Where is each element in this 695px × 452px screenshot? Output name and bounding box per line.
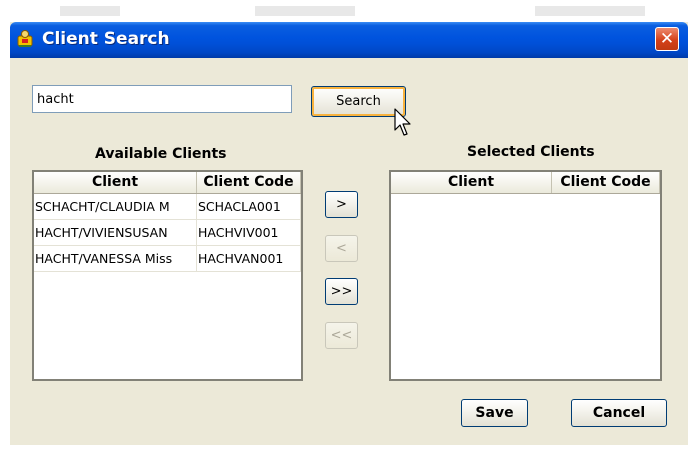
add-all-button[interactable]: >> (325, 278, 358, 305)
window-title: Client Search (42, 29, 170, 49)
background-app-strip (0, 0, 695, 22)
save-button[interactable]: Save (461, 399, 528, 427)
column-header-client[interactable]: Client (34, 172, 197, 193)
column-header-client-code[interactable]: Client Code (552, 172, 660, 193)
client-name-cell: SCHACHT/CLAUDIA M (34, 194, 197, 220)
client-code-cell: HACHVIV001 (197, 220, 301, 246)
available-clients-table[interactable]: Client Client Code SCHACHT/CLAUDIA M SCH… (32, 170, 303, 381)
table-row[interactable]: SCHACHT/CLAUDIA M SCHACLA001 (34, 194, 301, 220)
client-search-icon (16, 29, 34, 49)
client-code-cell: SCHACLA001 (197, 194, 301, 220)
available-clients-label: Available Clients (95, 146, 227, 162)
remove-all-button[interactable]: << (325, 322, 358, 349)
search-button[interactable]: Search (311, 86, 406, 117)
add-selected-button[interactable]: > (325, 191, 358, 218)
table-header: Client Client Code (34, 172, 301, 194)
column-header-client-code[interactable]: Client Code (197, 172, 301, 193)
selected-clients-table[interactable]: Client Client Code (389, 170, 662, 381)
title-bar[interactable]: Client Search ✕ (10, 22, 688, 58)
table-row[interactable]: HACHT/VIVIENSUSAN HACHVIV001 (34, 220, 301, 246)
client-name-cell: HACHT/VIVIENSUSAN (34, 220, 197, 246)
cancel-button[interactable]: Cancel (571, 399, 667, 427)
close-button[interactable]: ✕ (655, 27, 679, 51)
table-row[interactable]: HACHT/VANESSA Miss HACHVAN001 (34, 246, 301, 272)
table-header: Client Client Code (391, 172, 660, 194)
selected-clients-label: Selected Clients (467, 144, 595, 160)
mouse-pointer-icon (394, 108, 411, 136)
background-text-fragment (60, 6, 120, 16)
column-header-client[interactable]: Client (391, 172, 552, 193)
close-icon: ✕ (659, 29, 675, 49)
client-search-dialog: Client Search ✕ Search Available Clients… (10, 22, 688, 445)
remove-selected-button[interactable]: < (325, 235, 358, 262)
client-name-cell: HACHT/VANESSA Miss (34, 246, 197, 272)
search-input[interactable] (32, 85, 292, 113)
background-text-fragment (535, 6, 645, 16)
background-text-fragment (255, 6, 355, 16)
client-code-cell: HACHVAN001 (197, 246, 301, 272)
